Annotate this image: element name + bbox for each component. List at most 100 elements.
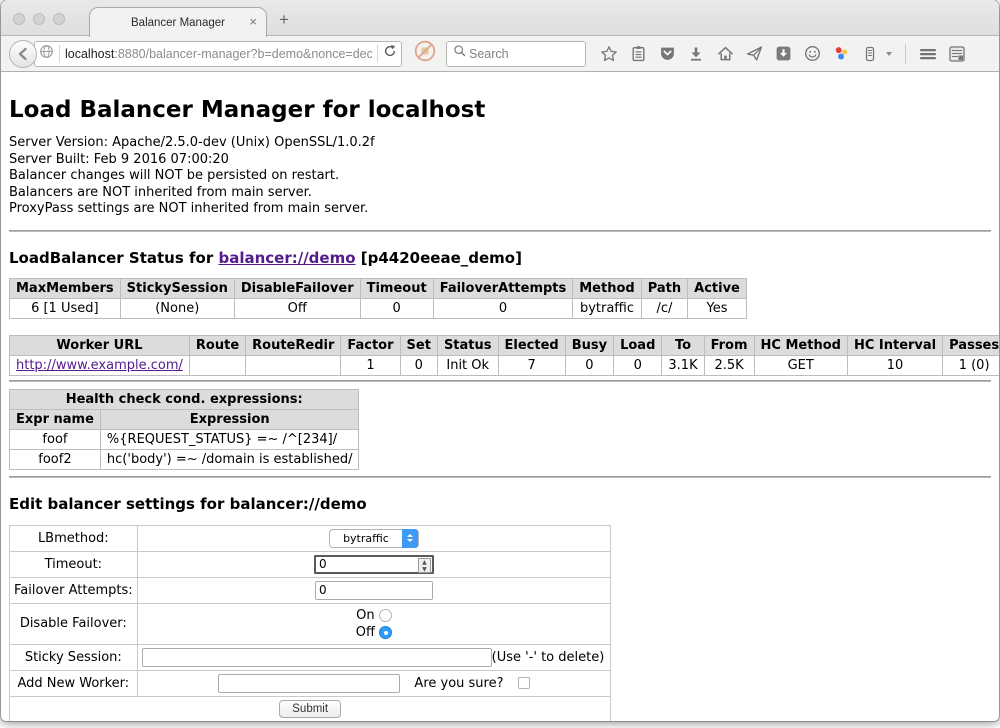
cell-load: 0: [614, 355, 662, 375]
new-tab-button[interactable]: +: [279, 11, 289, 28]
colored-dots-extension-icon[interactable]: [832, 45, 850, 63]
balancer-demo-link[interactable]: balancer://demo: [218, 249, 355, 267]
col-header: RouteRedir: [246, 335, 341, 355]
chat-smiley-icon[interactable]: [803, 45, 821, 63]
navigation-toolbar: localhost:8880/balancer-manager?b=demo&n…: [1, 36, 999, 72]
are-you-sure-checkbox[interactable]: [518, 677, 530, 689]
extension-download-icon[interactable]: [774, 45, 792, 63]
divider: [9, 380, 991, 382]
edit-balancer-heading: Edit balancer settings for balancer://de…: [9, 495, 991, 513]
cell-elected: 7: [498, 355, 565, 375]
failover-attempts-input[interactable]: [315, 581, 433, 600]
minimize-window-button[interactable]: [33, 13, 45, 25]
search-input[interactable]: [467, 46, 567, 62]
form-row-add-worker: Add New Worker: Are you sure?: [10, 670, 611, 696]
window-controls[interactable]: [13, 13, 65, 25]
back-button[interactable]: [9, 40, 37, 68]
toolbar-divider: [905, 44, 906, 64]
cell-passes: 1 (0): [943, 355, 999, 375]
table-row: foof %{REQUEST_STATUS} =~ /^[234]/: [10, 429, 359, 449]
tab-balancer-manager[interactable]: Balancer Manager ×: [89, 7, 267, 37]
cell-stickysession: (None): [120, 298, 234, 318]
table-header-row: Worker URL Route RouteRedir Factor Set S…: [10, 335, 1000, 355]
col-header: Status: [437, 335, 498, 355]
loadbalancer-status-heading: LoadBalancer Status for balancer://demo …: [9, 249, 991, 267]
status-heading-prefix: LoadBalancer Status for: [9, 249, 218, 267]
url-path: :8880/balancer-manager?b=demo&nonce=decc…: [114, 47, 372, 61]
radio-off[interactable]: [379, 626, 392, 639]
divider: [9, 230, 991, 232]
radio-off-label: Off: [356, 625, 375, 640]
col-header: Path: [641, 278, 687, 298]
form-row-sticky-session: Sticky Session: (Use '-' to delete): [10, 644, 611, 670]
page-content: Load Balancer Manager for localhost Serv…: [1, 97, 999, 721]
col-header: Set: [400, 335, 437, 355]
page-tools-extension-icon[interactable]: [948, 45, 966, 63]
col-header: Busy: [565, 335, 613, 355]
send-tab-icon[interactable]: [745, 45, 763, 63]
failover-attempts-label: Failover Attempts:: [10, 577, 138, 603]
form-row-failover-attempts: Failover Attempts:: [10, 577, 611, 603]
table-header-row: Expr name Expression: [10, 409, 359, 429]
submit-button[interactable]: Submit: [279, 700, 341, 718]
col-header: Route: [189, 335, 245, 355]
reload-icon[interactable]: [383, 44, 397, 63]
table-header-row: MaxMembers StickySession DisableFailover…: [10, 278, 747, 298]
timeout-label: Timeout:: [10, 551, 138, 577]
menu-hamburger-icon[interactable]: [919, 45, 937, 63]
table-row: foof2 hc('body') =~ /domain is establish…: [10, 449, 359, 469]
form-row-timeout: Timeout: ▲▼: [10, 551, 611, 577]
radio-on[interactable]: [379, 609, 392, 622]
cell-busy: 0: [565, 355, 613, 375]
table-title-row: Health check cond. expressions:: [10, 389, 359, 409]
url-text[interactable]: localhost:8880/balancer-manager?b=demo&n…: [65, 47, 372, 61]
notice-line: Balancer changes will NOT be persisted o…: [9, 168, 991, 185]
content-blocked-icon[interactable]: [414, 40, 436, 67]
home-icon[interactable]: [716, 45, 734, 63]
balancer-status-table: MaxMembers StickySession DisableFailover…: [9, 278, 747, 319]
bookmark-star-icon[interactable]: [600, 45, 618, 63]
health-check-table: Health check cond. expressions: Expr nam…: [9, 389, 359, 470]
form-row-submit: Submit: [10, 696, 611, 721]
search-bar[interactable]: [446, 41, 586, 67]
worker-url-link[interactable]: http://www.example.com/: [16, 358, 183, 373]
col-header: Passes: [943, 335, 999, 355]
form-row-disable-failover: Disable Failover: On Off: [10, 603, 611, 644]
are-you-sure-label: Are you sure?: [414, 676, 503, 691]
cell-hc-interval: 10: [847, 355, 942, 375]
close-window-button[interactable]: [13, 13, 25, 25]
sticky-session-label: Sticky Session:: [10, 644, 138, 670]
toolbar-icons: [600, 44, 966, 64]
col-header: Timeout: [360, 278, 433, 298]
search-icon: [453, 44, 467, 63]
number-spinner-icon[interactable]: ▲▼: [418, 558, 431, 573]
pocket-icon[interactable]: [658, 45, 676, 63]
tab-close-icon[interactable]: ×: [249, 15, 257, 29]
chevron-down-icon[interactable]: [886, 52, 892, 56]
lbmethod-select[interactable]: bytraffic: [329, 529, 419, 548]
edit-balancer-form: LBmethod: bytraffic Timeout: ▲▼: [9, 525, 611, 722]
cell-expr-name: foof2: [10, 449, 101, 469]
server-version-line: Server Version: Apache/2.5.0-dev (Unix) …: [9, 135, 991, 152]
radio-on-label: On: [356, 608, 374, 623]
zoom-window-button[interactable]: [53, 13, 65, 25]
url-bar[interactable]: localhost:8880/balancer-manager?b=demo&n…: [34, 41, 402, 67]
reading-list-icon[interactable]: [629, 45, 647, 63]
lbmethod-selected-option: bytraffic: [330, 532, 402, 545]
cell-timeout: 0: [360, 298, 433, 318]
col-header: Expr name: [10, 409, 101, 429]
status-heading-suffix: [p4420eeae_demo]: [356, 249, 522, 267]
sticky-session-input[interactable]: [142, 648, 492, 667]
disable-failover-value-cell: On Off: [137, 603, 611, 644]
downloads-icon[interactable]: [687, 45, 705, 63]
col-header: HC Interval: [847, 335, 942, 355]
timeout-input[interactable]: [314, 555, 434, 574]
col-header: Load: [614, 335, 662, 355]
select-stepper-icon: [402, 529, 418, 548]
globe-icon: [39, 44, 54, 64]
container-extension-icon[interactable]: [861, 45, 879, 63]
tab-title: Balancer Manager: [131, 17, 225, 29]
disable-failover-label: Disable Failover:: [10, 603, 138, 644]
add-worker-label: Add New Worker:: [10, 670, 138, 696]
add-worker-input[interactable]: [218, 674, 400, 693]
